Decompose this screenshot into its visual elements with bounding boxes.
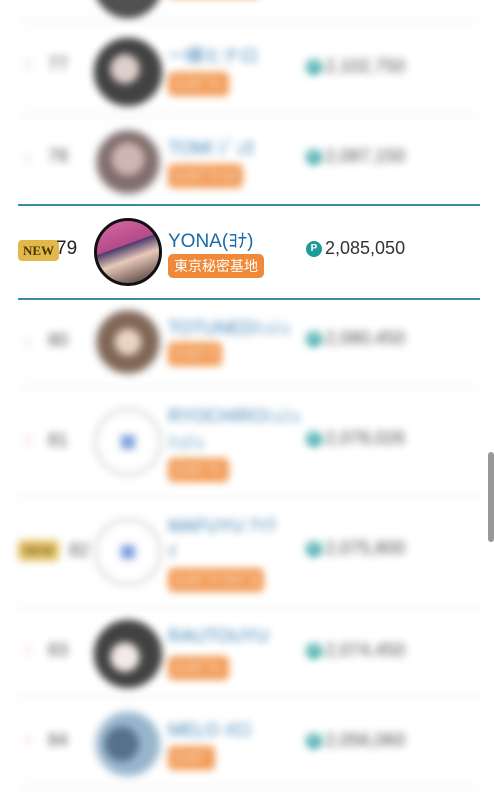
user-name[interactable]: MELO ﾒﾛｺ xyxy=(168,716,251,742)
rank-number: 78 xyxy=(48,146,69,166)
tag-label: ﾗﾝｸﾊﾟﾜｰ xyxy=(168,656,229,680)
avatar[interactable] xyxy=(94,710,162,778)
point-coin-icon: P xyxy=(306,58,322,75)
user-name[interactable]: RAUTOUYU xyxy=(168,626,269,647)
rank-number: 77 xyxy=(48,54,69,74)
current-user-row[interactable]: NEW 79 YONA(ﾖﾅ) 東京秘密基地 P 2,085,050 xyxy=(18,204,480,300)
image-placeholder-icon xyxy=(121,435,135,449)
point-coin-icon: P xyxy=(306,148,322,165)
user-name[interactable]: 一縁ヒナロ xyxy=(168,42,258,68)
list-item[interactable]: NEW 82 MAFUYU ｱｲｸ ｲ ﾗﾝｸﾊﾟﾜｰｱｲﾄﾞﾙ P 2,075,… xyxy=(18,498,480,608)
point-coin-icon: P xyxy=(306,240,322,257)
avatar[interactable] xyxy=(94,620,162,688)
user-name-line2: ｲ xyxy=(168,542,177,562)
rank-down-icon: ↓ xyxy=(23,330,33,350)
tag-label: ﾗﾝｸﾊﾟﾜ xyxy=(168,342,222,366)
rank-up-icon: ↑ xyxy=(23,430,33,450)
point-coin-icon: P xyxy=(306,330,322,347)
rank-number: 79 xyxy=(56,238,78,259)
avatar[interactable] xyxy=(94,218,162,286)
list-item[interactable]: ↓ 80 TOTUNEDｼｭｼｭ ﾗﾝｸﾊﾟﾜ P 2,080,450 xyxy=(18,298,480,388)
point-coin-icon: P xyxy=(306,430,322,447)
rank-number: 82 xyxy=(69,540,90,560)
avatar-placeholder[interactable] xyxy=(94,408,162,476)
rank-up-icon: ↑ xyxy=(23,54,33,74)
rank-number: 80 xyxy=(48,330,69,350)
avatar xyxy=(94,0,162,18)
user-name[interactable]: MAFUYU ｱｲｸ xyxy=(168,512,276,538)
tag-label: ﾗﾝｸﾊﾟ xyxy=(168,746,215,770)
rank-up-icon: ↑ xyxy=(23,640,33,660)
points-value: 2,080,450 xyxy=(325,328,406,348)
user-name[interactable]: TOTUNEDｼｭｼｭ xyxy=(168,314,291,340)
points-value: 2,056,060 xyxy=(325,730,406,750)
rank-down-icon: ↓ xyxy=(23,146,33,166)
points-value: 2,075,800 xyxy=(325,538,406,558)
avatar-placeholder[interactable] xyxy=(94,518,162,586)
avatar[interactable] xyxy=(94,308,162,376)
tag-label: ﾗﾝｸﾊﾟﾜｰ xyxy=(168,458,229,482)
new-badge: NEW xyxy=(18,240,60,261)
tag-label: ﾗﾝｸﾊﾟﾜｰｱｲﾄﾞﾙ xyxy=(168,568,264,592)
rank-up-icon: ↑ xyxy=(23,730,33,750)
rank-number: 81 xyxy=(48,430,69,450)
points-value: 2,085,050 xyxy=(325,238,406,258)
tag-label: 東京秘密基地 xyxy=(168,254,264,278)
avatar[interactable] xyxy=(94,128,162,196)
list-item[interactable]: ↓ 78 TOMI ｼﾞｭｶ ﾗﾝｸﾊﾟﾜｰﾊｲ P 2,087,150 xyxy=(18,116,480,202)
user-name[interactable]: YONA(ﾖﾅ) xyxy=(168,226,254,253)
point-coin-icon: P xyxy=(306,732,322,749)
list-item[interactable]: ↑ 81 RYOCHIROｼｭｼｭ ｼｭｼｭ ﾗﾝｸﾊﾟﾜｰ P 2,078,02… xyxy=(18,388,480,498)
scrollbar[interactable] xyxy=(488,452,494,542)
avatar[interactable] xyxy=(94,38,162,106)
tag-label: ﾗﾝｸﾊﾟﾜｰ xyxy=(168,72,229,96)
list-item[interactable]: ↑ 84 MELO ﾒﾛｺ ﾗﾝｸﾊﾟ P 2,056,060 xyxy=(18,698,480,788)
user-name-line2: ｼｭｼｭ xyxy=(168,432,204,452)
image-placeholder-icon xyxy=(121,545,135,559)
user-name[interactable]: TOMI ｼﾞｭｶ xyxy=(168,134,254,160)
points-value: 2,074,450 xyxy=(325,640,406,660)
tag-label: ﾗﾝｸﾊﾟﾜｰﾊｲ xyxy=(168,164,243,188)
rank-number: 83 xyxy=(48,640,69,660)
new-badge: NEW xyxy=(18,540,60,561)
points-value: 2,078,026 xyxy=(325,428,406,448)
points-value: 2,087,150 xyxy=(325,146,406,166)
list-item[interactable]: ↑ 83 RAUTOUYU ﾗﾝｸﾊﾟﾜｰ P 2,074,450 xyxy=(18,608,480,698)
rank-number: 84 xyxy=(48,730,69,750)
point-coin-icon: P xyxy=(306,540,322,557)
point-coin-icon: P xyxy=(306,642,322,659)
list-item[interactable] xyxy=(18,0,480,22)
list-item[interactable]: ↑ 77 一縁ヒナロ ﾗﾝｸﾊﾟﾜｰ P 2,102,750 xyxy=(18,24,480,116)
points-value: 2,102,750 xyxy=(325,56,406,76)
ranking-list: ↑ 77 一縁ヒナロ ﾗﾝｸﾊﾟﾜｰ P 2,102,750 ↓ 78 TOMI … xyxy=(0,0,494,800)
user-name[interactable]: RYOCHIROｼｭｼｭ xyxy=(168,402,301,428)
